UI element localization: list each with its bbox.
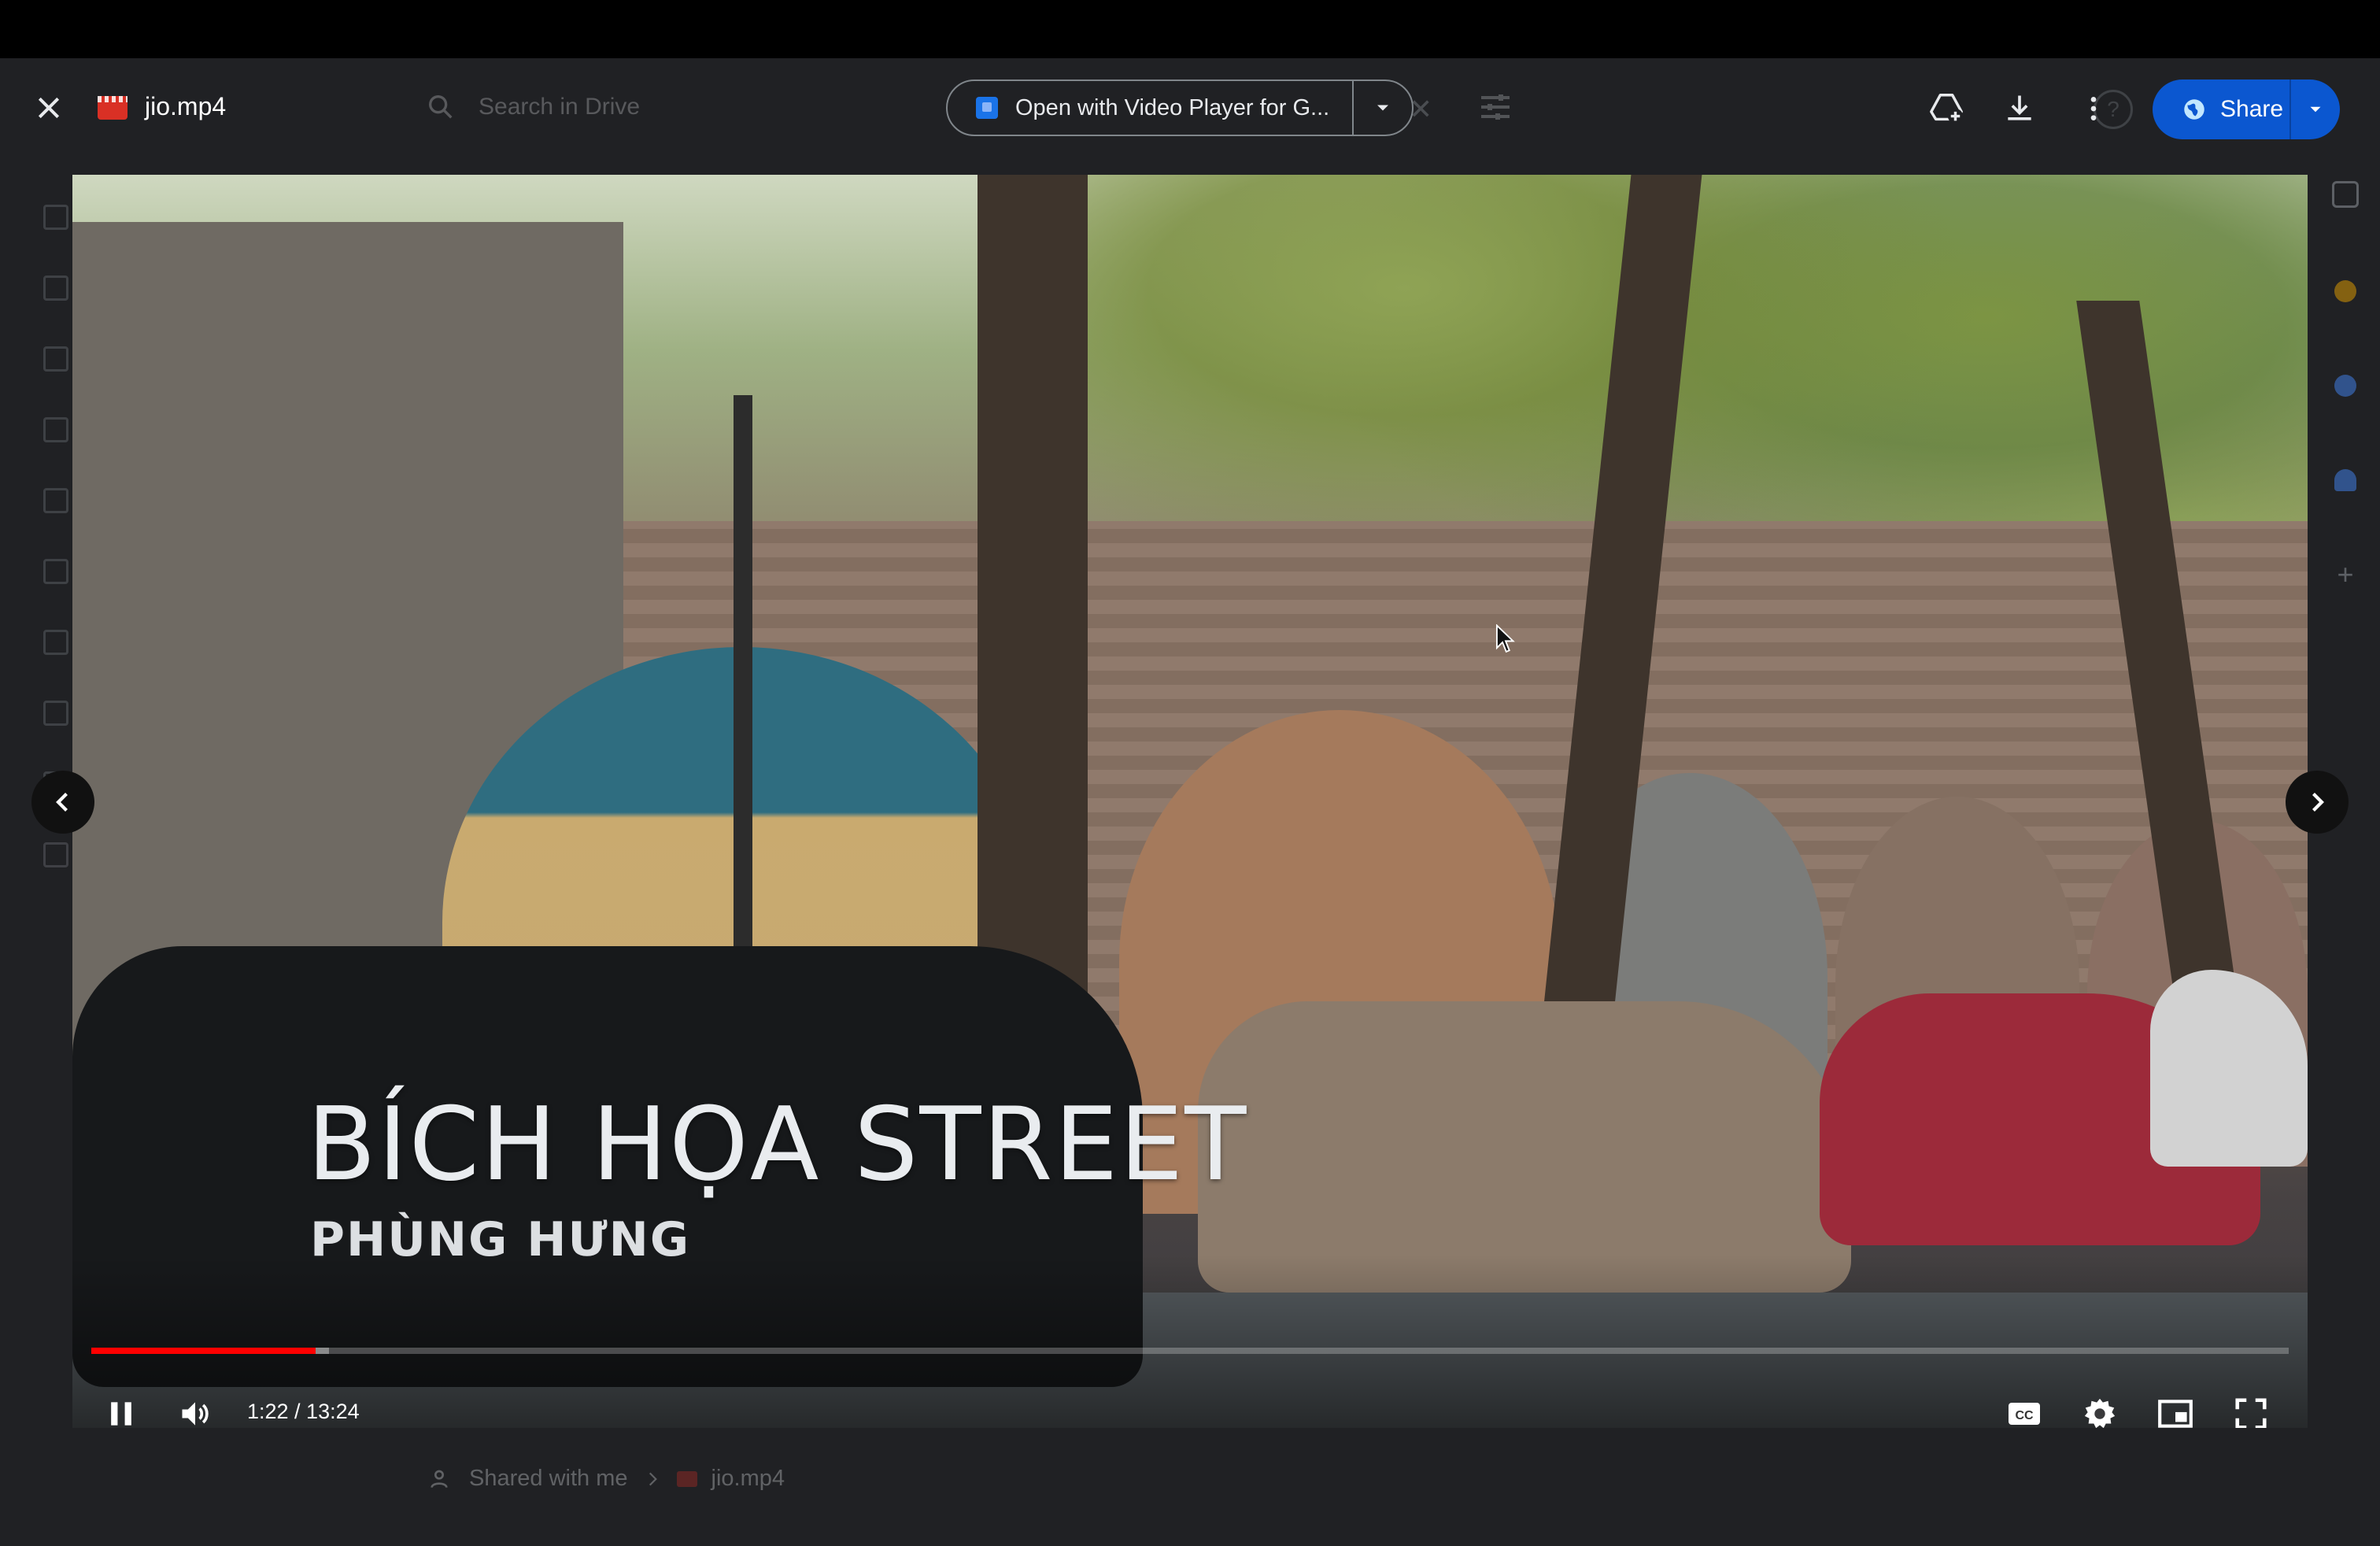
captions-button[interactable]: CC — [1999, 1389, 2049, 1428]
mouse-cursor-icon — [1495, 624, 1515, 653]
chevron-left-icon — [56, 793, 68, 812]
search-icon — [429, 94, 453, 119]
close-icon — [38, 97, 60, 118]
open-with-button[interactable]: Open with Video Player for G... — [948, 81, 1352, 135]
volume-button[interactable] — [170, 1389, 220, 1428]
video-file-icon — [98, 96, 128, 120]
more-actions-button[interactable] — [2070, 85, 2117, 132]
search-options-icon — [1481, 94, 1510, 120]
video-progress-bar[interactable] — [91, 1348, 2289, 1354]
search-placeholder: Search in Drive — [479, 94, 641, 120]
settings-button[interactable] — [2075, 1389, 2125, 1428]
miniplayer-icon — [2158, 1400, 2193, 1428]
background-right-panel: + — [2326, 181, 2365, 606]
globe-icon — [2184, 99, 2204, 120]
arrow-drop-down-icon — [1377, 105, 1388, 111]
svg-text:CC: CC — [2015, 1409, 2034, 1422]
more-vert-icon — [2090, 97, 2097, 120]
breadcrumb-item: jio.mp4 — [711, 1466, 785, 1491]
background-search-bar: Search in Drive — [425, 85, 640, 129]
previous-file-button[interactable] — [31, 771, 94, 834]
open-with-label: Open with Video Player for G... — [1015, 94, 1330, 120]
add-to-drive-icon — [1930, 94, 1964, 124]
video-played-bar — [91, 1348, 316, 1354]
video-frame-car — [1198, 1001, 1851, 1293]
video-file-icon — [676, 1470, 697, 1487]
share-button-group: Share — [2153, 80, 2340, 139]
video-player[interactable]: BÍCH HỌA STREET PHÙNG HƯNG 1:22 / 13:24 … — [72, 175, 2308, 1428]
download-icon — [2008, 95, 2031, 120]
pause-button[interactable] — [96, 1389, 146, 1428]
closed-captions-icon: CC — [2009, 1403, 2040, 1425]
arrow-drop-down-icon — [2310, 106, 2321, 113]
volume-icon — [182, 1402, 209, 1426]
breadcrumb: Shared with me jio.mp4 — [430, 1466, 785, 1492]
video-time-display: 1:22 / 13:24 — [247, 1400, 360, 1423]
background-left-nav — [43, 205, 75, 867]
miniplayer-button[interactable] — [2150, 1389, 2201, 1428]
fullscreen-icon — [2235, 1398, 2267, 1428]
add-to-drive-button[interactable] — [1923, 85, 1970, 132]
open-with-dropdown-button[interactable] — [1354, 81, 1412, 135]
close-button[interactable] — [28, 88, 69, 129]
video-player-app-icon — [976, 97, 998, 119]
shared-people-icon — [431, 1470, 448, 1488]
breadcrumb-item: Shared with me — [469, 1466, 628, 1491]
fullscreen-button[interactable] — [2226, 1389, 2276, 1428]
file-name: jio.mp4 — [145, 92, 227, 120]
video-title-overlay: BÍCH HỌA STREET — [307, 1086, 1248, 1204]
open-with-button-group: Open with Video Player for G... — [946, 80, 1414, 136]
controls-gradient — [72, 1255, 2308, 1428]
pause-icon — [111, 1402, 131, 1426]
share-label: Share — [2220, 96, 2284, 122]
top-black-bar — [0, 0, 2380, 58]
share-dropdown-button[interactable] — [2291, 80, 2340, 139]
chevron-right-icon — [2312, 793, 2324, 812]
gear-icon — [2084, 1398, 2116, 1428]
share-button[interactable]: Share — [2153, 80, 2289, 139]
download-button[interactable] — [1996, 85, 2043, 132]
next-file-button[interactable] — [2286, 771, 2349, 834]
chevron-right-icon — [649, 1472, 657, 1485]
